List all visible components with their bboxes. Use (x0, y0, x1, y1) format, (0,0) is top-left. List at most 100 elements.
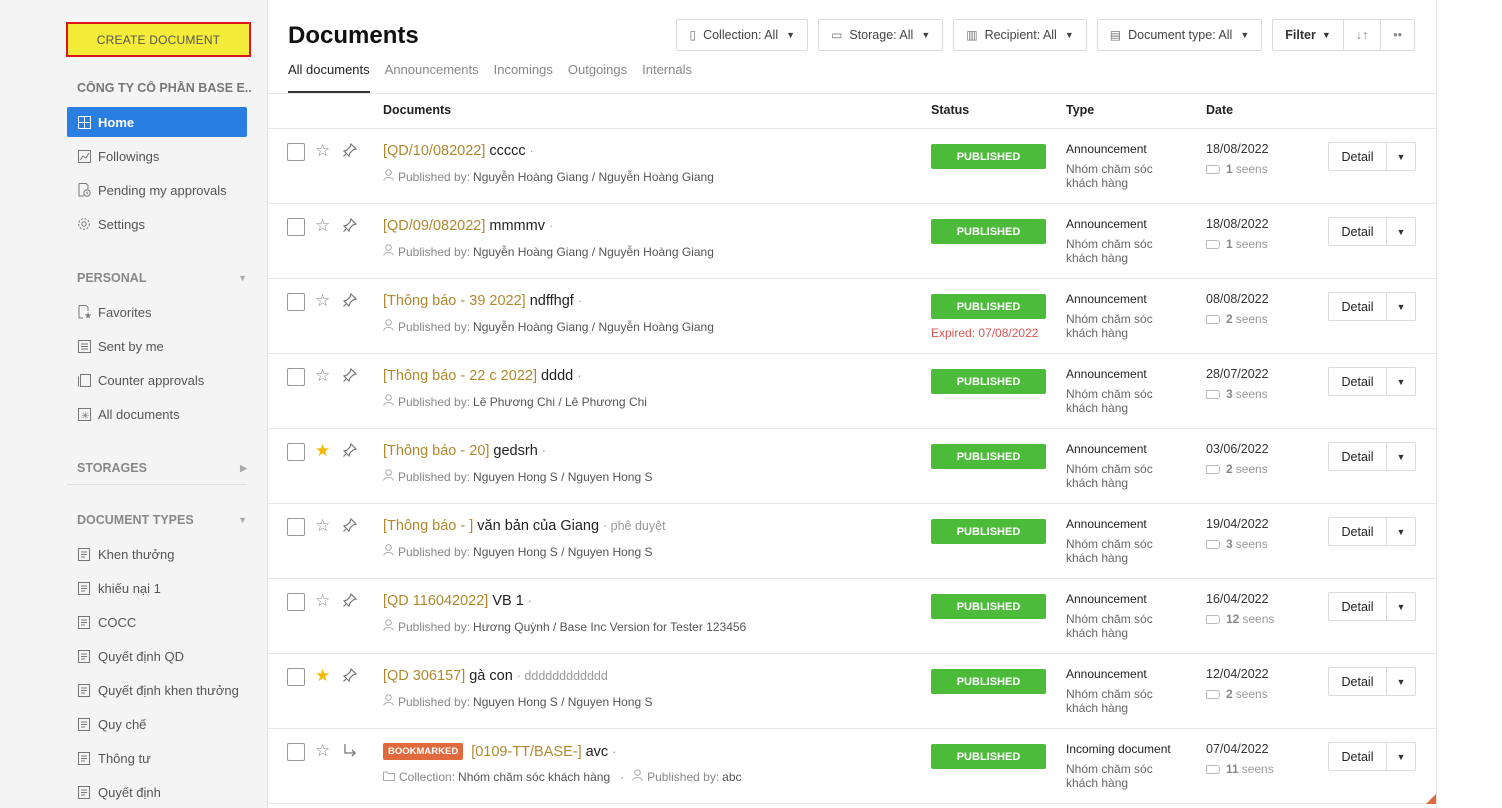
recipient-filter[interactable]: ▥ Recipient: All ▼ (953, 19, 1087, 51)
column-header-type[interactable]: Type (1066, 103, 1094, 117)
tab-all-documents[interactable]: All documents (288, 62, 370, 93)
pin-icon[interactable] (342, 667, 358, 683)
pin-icon[interactable] (342, 367, 358, 383)
detail-button[interactable]: Detail (1329, 218, 1387, 245)
star-icon[interactable]: ☆ (315, 141, 330, 161)
storage-filter[interactable]: ▭ Storage: All ▼ (818, 19, 944, 51)
sidebar-item-doctype[interactable]: khiếu nại 1 (67, 573, 247, 603)
pin-icon[interactable] (342, 592, 358, 608)
column-header-date[interactable]: Date (1206, 103, 1233, 117)
sidebar-item-followings[interactable]: Followings (67, 141, 247, 171)
row-checkbox[interactable] (287, 518, 305, 536)
document-title[interactable]: [Thông báo - 22 c 2022] dddd · (383, 368, 581, 384)
row-checkbox[interactable] (287, 218, 305, 236)
sidebar-item-doctype[interactable]: Thông tư (67, 743, 247, 773)
create-document-button[interactable]: CREATE DOCUMENT (66, 22, 251, 57)
row-checkbox[interactable] (287, 743, 305, 761)
detail-button[interactable]: Detail (1329, 368, 1387, 395)
sidebar-item-doctype[interactable]: Quyết định khen thưởng (67, 675, 247, 705)
sidebar-item-doctype[interactable]: COCC (67, 607, 247, 637)
sidebar-item-doctype[interactable]: Quy chế (67, 709, 247, 739)
document-title[interactable]: BOOKMARKED [0109-TT/BASE-] avc · (383, 743, 616, 760)
star-icon[interactable]: ☆ (315, 216, 330, 236)
table-row[interactable]: ☆ [Thông báo - ] văn bản của Giang · phê du… (268, 504, 1436, 579)
detail-button[interactable]: Detail (1329, 518, 1387, 545)
sidebar-item-doctype[interactable]: Quyết định (67, 777, 247, 807)
pin-icon[interactable] (342, 292, 358, 308)
table-row[interactable]: ★ [Thông báo - 20] gedsrh · Published by: Ngu… (268, 429, 1436, 504)
more-button[interactable]: •• (1381, 20, 1414, 50)
chevron-down-icon[interactable]: ▼ (1387, 443, 1415, 470)
sidebar-item-home[interactable]: Home (67, 107, 247, 137)
document-type-filter[interactable]: ▤ Document type: All ▼ (1096, 19, 1263, 51)
pin-icon[interactable] (342, 142, 358, 158)
sort-button[interactable]: ↓↑ (1344, 20, 1382, 50)
chevron-down-icon[interactable]: ▼ (1387, 143, 1415, 170)
filter-button[interactable]: Filter ▼ (1273, 20, 1344, 50)
row-checkbox[interactable] (287, 593, 305, 611)
pin-icon[interactable] (342, 517, 358, 533)
tab-announcements[interactable]: Announcements (385, 62, 479, 93)
sidebar-item-doctype[interactable]: Khen thưởng (67, 539, 247, 569)
table-row[interactable]: ☆ [QD/09/082022] mmmmv · Published by: Nguyễn… (268, 204, 1436, 279)
star-icon[interactable]: ☆ (315, 291, 330, 311)
company-name[interactable]: CÔNG TY CỔ PHẦN BASE E... (77, 81, 252, 95)
star-icon[interactable]: ☆ (315, 591, 330, 611)
chevron-down-icon[interactable]: ▼ (1387, 218, 1415, 245)
table-row[interactable]: ☆ [QD 116042022] VB 1 · Published by: Hương Q… (268, 579, 1436, 654)
star-icon[interactable]: ☆ (315, 741, 330, 761)
sidebar-item-all-documents[interactable]: ✳ All documents (67, 399, 247, 429)
chevron-down-icon[interactable]: ▼ (1387, 743, 1415, 770)
document-title[interactable]: [Thông báo - 20] gedsrh · (383, 443, 546, 459)
detail-button[interactable]: Detail (1329, 743, 1387, 770)
sidebar-item-favorites[interactable]: ★ Favorites (67, 297, 247, 327)
star-icon[interactable]: ☆ (315, 366, 330, 386)
tab-internals[interactable]: Internals (642, 62, 692, 93)
tab-incomings[interactable]: Incomings (494, 62, 553, 93)
section-storages[interactable]: STORAGES ▶ (77, 461, 247, 475)
row-checkbox[interactable] (287, 143, 305, 161)
chevron-down-icon[interactable]: ▼ (1387, 518, 1415, 545)
pin-icon[interactable] (342, 442, 358, 458)
table-row[interactable]: ★ [QD 306157] gà con · dddddddddddd Publishe… (268, 654, 1436, 729)
row-checkbox[interactable] (287, 293, 305, 311)
document-title[interactable]: [Thông báo - ] văn bản của Giang · phê duy… (383, 518, 666, 534)
reply-arrow-icon[interactable] (342, 742, 358, 758)
tab-outgoings[interactable]: Outgoings (568, 62, 627, 93)
chevron-down-icon[interactable]: ▼ (1387, 368, 1415, 395)
sidebar-item-counter-approvals[interactable]: Counter approvals (67, 365, 247, 395)
table-row[interactable]: ☆ [Thông báo - 22 c 2022] dddd · Published b… (268, 354, 1436, 429)
star-icon[interactable]: ☆ (315, 516, 330, 536)
detail-button[interactable]: Detail (1329, 443, 1387, 470)
chevron-down-icon[interactable]: ▼ (1387, 293, 1415, 320)
document-title[interactable]: [Thông báo - 39 2022] ndffhgf · (383, 293, 582, 309)
pin-icon[interactable] (342, 217, 358, 233)
sidebar-item-doctype[interactable]: Quyết định QD (67, 641, 247, 671)
document-title[interactable]: [QD 116042022] VB 1 · (383, 593, 532, 609)
table-row[interactable]: ☆ BOOKMARKED [0109-TT/BASE-] avc · Collection… (268, 729, 1436, 804)
row-checkbox[interactable] (287, 443, 305, 461)
sidebar-item-sent-by-me[interactable]: Sent by me (67, 331, 247, 361)
section-document-types[interactable]: DOCUMENT TYPES ▼ (77, 513, 247, 527)
document-title[interactable]: [QD/09/082022] mmmmv · (383, 218, 553, 234)
column-header-status[interactable]: Status (931, 103, 969, 117)
table-row[interactable]: ☆ [Thông báo - 39 2022] ndffhgf · Published … (268, 279, 1436, 354)
collection-filter[interactable]: ▯ Collection: All ▼ (676, 19, 809, 51)
detail-button[interactable]: Detail (1329, 668, 1387, 695)
detail-button[interactable]: Detail (1329, 293, 1387, 320)
detail-button[interactable]: Detail (1329, 143, 1387, 170)
section-personal[interactable]: PERSONAL ▼ (77, 271, 247, 285)
detail-button[interactable]: Detail (1329, 593, 1387, 620)
row-checkbox[interactable] (287, 368, 305, 386)
sidebar-item-settings[interactable]: Settings (67, 209, 247, 239)
star-icon[interactable]: ★ (315, 666, 330, 686)
document-title[interactable]: [QD/10/082022] ccccc · (383, 143, 534, 159)
sidebar-item-pending-approvals[interactable]: Pending my approvals (67, 175, 247, 205)
chevron-down-icon[interactable]: ▼ (1387, 593, 1415, 620)
row-checkbox[interactable] (287, 668, 305, 686)
star-icon[interactable]: ★ (315, 441, 330, 461)
document-title[interactable]: [QD 306157] gà con · dddddddddddd (383, 668, 608, 684)
column-header-documents[interactable]: Documents (383, 103, 451, 117)
chevron-down-icon[interactable]: ▼ (1387, 668, 1415, 695)
table-row[interactable]: ☆ [QD/10/082022] ccccc · Published by: Nguyễn… (268, 129, 1436, 204)
